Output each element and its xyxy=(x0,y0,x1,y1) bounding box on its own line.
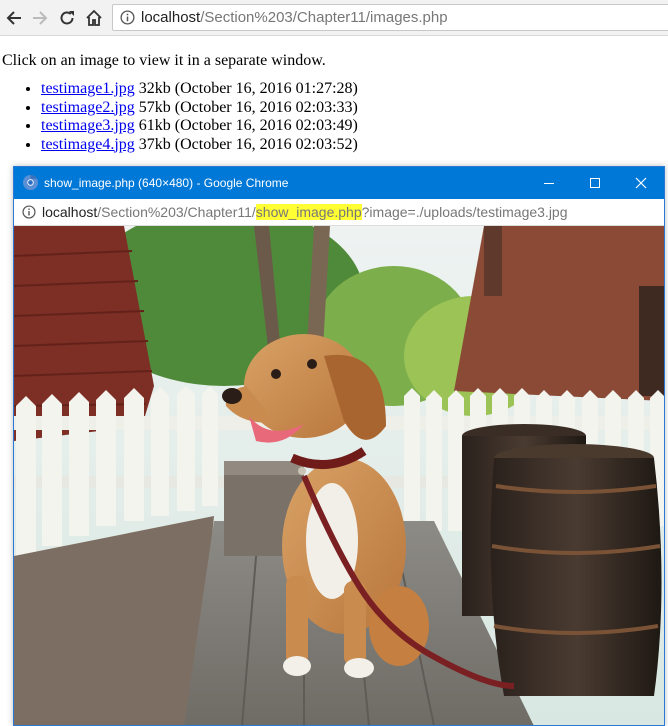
dog-photo xyxy=(14,226,664,725)
url-path: /Section%203/Chapter11/images.php xyxy=(200,9,448,26)
file-info: 37kb (October 16, 2016 02:03:52) xyxy=(134,135,358,153)
browser-toolbar: localhost/Section%203/Chapter11/images.p… xyxy=(0,0,668,36)
minimize-button[interactable] xyxy=(526,167,572,199)
file-link[interactable]: testimage1.jpg xyxy=(41,80,135,97)
file-list: testimage1.jpg 32kb (October 16, 2016 01… xyxy=(0,80,358,154)
popup-window: show_image.php (640×480) - Google Chrome… xyxy=(13,166,665,726)
file-info: 61kb (October 16, 2016 02:03:49) xyxy=(134,117,358,134)
popup-url: localhost/Section%203/Chapter11/show_ima… xyxy=(42,204,568,220)
file-link[interactable]: testimage3.jpg xyxy=(41,117,135,134)
maximize-button[interactable] xyxy=(572,167,618,199)
info-icon[interactable] xyxy=(22,205,36,219)
info-icon[interactable] xyxy=(120,10,135,25)
file-link[interactable]: testimage4.jpg xyxy=(41,136,135,153)
list-item: testimage2.jpg 57kb (October 16, 2016 02… xyxy=(41,99,358,118)
arrow-right-icon xyxy=(33,11,48,25)
back-button[interactable] xyxy=(2,6,26,30)
popup-url-highlight: show_image.php xyxy=(255,204,362,220)
popup-url-query: ?image=./uploads/testimage3.jpg xyxy=(361,204,568,220)
forward-button[interactable] xyxy=(28,6,52,30)
popup-url-path: /Section%203/Chapter11/ xyxy=(97,204,256,220)
reload-icon xyxy=(60,11,74,25)
arrow-left-icon xyxy=(6,11,21,25)
file-link[interactable]: testimage2.jpg xyxy=(41,99,135,116)
home-button[interactable] xyxy=(82,6,106,30)
file-info: 32kb (October 16, 2016 01:27:28) xyxy=(134,80,358,97)
minimize-icon xyxy=(544,183,554,184)
reload-button[interactable] xyxy=(55,6,79,30)
popup-title: show_image.php (640×480) - Google Chrome xyxy=(44,176,289,190)
chrome-logo-icon xyxy=(22,174,39,191)
file-info: 57kb (October 16, 2016 02:03:33) xyxy=(134,98,358,116)
close-button[interactable] xyxy=(618,167,664,199)
url-host: localhost xyxy=(141,9,201,26)
intro-text: Click on an image to view it in a separa… xyxy=(2,52,326,69)
list-item: testimage3.jpg 61kb (October 16, 2016 02… xyxy=(41,117,358,136)
home-icon xyxy=(86,9,102,26)
url-text: localhost/Section%203/Chapter11/images.p… xyxy=(141,9,448,26)
address-bar[interactable]: localhost/Section%203/Chapter11/images.p… xyxy=(112,4,668,31)
list-item: testimage1.jpg 32kb (October 16, 2016 01… xyxy=(41,80,358,99)
list-item: testimage4.jpg 37kb (October 16, 2016 02… xyxy=(41,136,358,155)
dog-photo-illustration xyxy=(14,226,664,725)
close-icon xyxy=(635,177,647,189)
maximize-icon xyxy=(590,178,600,188)
popup-address-bar[interactable]: localhost/Section%203/Chapter11/show_ima… xyxy=(14,199,664,226)
popup-titlebar[interactable]: show_image.php (640×480) - Google Chrome xyxy=(14,167,664,199)
popup-url-host: localhost xyxy=(42,204,98,220)
